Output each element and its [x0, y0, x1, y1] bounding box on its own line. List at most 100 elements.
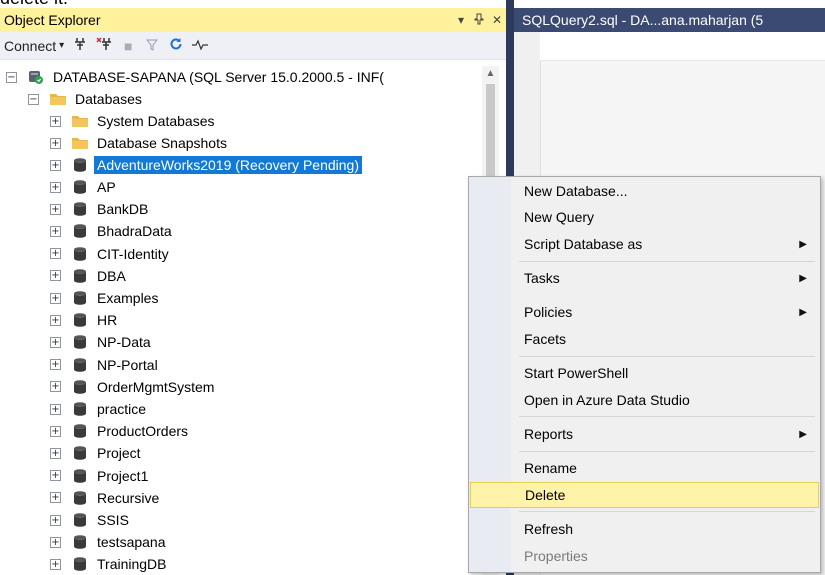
collapse-icon[interactable]: − [28, 93, 39, 105]
database-icon [71, 223, 89, 239]
connect-button[interactable]: Connect ▾ [4, 38, 64, 54]
tree-node-database[interactable]: + testsapana [50, 531, 169, 553]
expand-icon[interactable]: + [50, 470, 61, 482]
expand-icon[interactable]: + [50, 492, 61, 504]
menu-separator [519, 261, 815, 262]
tree-node-database[interactable]: + TrainingDB [50, 553, 170, 575]
tree-node-database[interactable]: + CIT-Identity [50, 243, 172, 265]
tree-node-label: Project1 [97, 467, 149, 484]
editor-current-line[interactable] [540, 32, 825, 61]
menu-item-label: New Query [524, 209, 595, 225]
database-icon [71, 468, 89, 484]
database-icon [71, 379, 89, 395]
tree-node-database[interactable]: + HR [50, 309, 120, 331]
tree-node-database[interactable]: + AP [50, 176, 119, 198]
tree-node-database[interactable]: + practice [50, 398, 149, 420]
tree-node-database[interactable]: + OrderMgmtSystem [50, 376, 217, 398]
expand-icon[interactable]: + [50, 292, 61, 304]
tree-node-label: AP [97, 179, 116, 195]
scroll-up-icon[interactable]: ▲ [482, 66, 499, 82]
expand-icon[interactable]: + [50, 381, 61, 393]
server-icon [27, 69, 45, 85]
expand-icon[interactable]: + [50, 159, 61, 171]
connect-plug-icon[interactable] [72, 37, 88, 54]
tree-node-database[interactable]: + ProductOrders [50, 420, 191, 442]
expand-icon[interactable]: + [50, 137, 61, 149]
expand-icon[interactable]: + [50, 314, 61, 326]
tree-node-folder[interactable]: + System Databases [50, 110, 218, 132]
expand-icon[interactable]: + [50, 336, 61, 348]
tree-node-label: System Databases [97, 113, 215, 129]
tree-node-database[interactable]: + NP-Portal [50, 354, 161, 376]
menu-item-label: Policies [524, 304, 573, 320]
tree-node-selected-database[interactable]: + AdventureWorks2019 (Recovery Pending) [50, 154, 362, 176]
expand-icon[interactable]: + [50, 425, 61, 437]
pin-icon[interactable] [470, 13, 488, 28]
database-icon [71, 401, 89, 417]
folder-icon [71, 113, 89, 129]
collapse-icon[interactable]: − [6, 71, 17, 83]
submenu-arrow-icon: ▶ [799, 306, 807, 318]
menu-item-label: Delete [525, 487, 566, 503]
menu-item-refresh[interactable]: Refresh [470, 516, 819, 542]
expand-icon[interactable]: + [50, 536, 61, 548]
tree-node-label: TrainingDB [97, 556, 167, 573]
folder-icon [71, 135, 89, 151]
expand-icon[interactable]: + [50, 248, 61, 260]
editor-tab[interactable]: SQLQuery2.sql - DA...ana.maharjan (5 [514, 8, 825, 32]
expand-icon[interactable]: + [50, 203, 61, 215]
databases-label: Databases [75, 91, 142, 107]
database-icon [71, 423, 89, 439]
menu-item-script-database-as[interactable]: Script Database as ▶ [470, 231, 819, 257]
close-icon[interactable]: ✕ [488, 13, 506, 27]
tree-node-label: NP-Data [97, 334, 151, 351]
tree-node-label: practice [97, 401, 147, 417]
tree-node-folder[interactable]: + Database Snapshots [50, 132, 230, 154]
menu-item-rename[interactable]: Rename [470, 455, 819, 481]
tree-node-database[interactable]: + Project1 [50, 465, 151, 487]
expand-icon[interactable]: + [50, 181, 61, 193]
submenu-arrow-icon: ▶ [799, 272, 807, 284]
stop-icon[interactable]: ■ [120, 38, 136, 54]
tree-node-database[interactable]: + Examples [50, 287, 161, 309]
refresh-icon[interactable] [168, 37, 184, 54]
menu-item-open-in-azure-data-studio[interactable]: Open in Azure Data Studio [470, 387, 819, 413]
disconnect-plug-icon[interactable] [96, 37, 112, 54]
expand-icon[interactable]: + [50, 115, 61, 127]
tree-node-databases[interactable]: − Databases [28, 88, 145, 110]
database-icon [71, 179, 89, 195]
folder-icon [49, 91, 67, 107]
database-icon [71, 490, 89, 506]
tree-node-database[interactable]: + DBA [50, 265, 129, 287]
expand-icon[interactable]: + [50, 558, 61, 570]
expand-icon[interactable]: + [50, 359, 61, 371]
expand-icon[interactable]: + [50, 225, 61, 237]
expand-icon[interactable]: + [50, 403, 61, 415]
window-position-dropdown-icon[interactable]: ▾ [452, 13, 470, 27]
tree-node-database[interactable]: + BhadraData [50, 220, 175, 242]
menu-item-facets[interactable]: Facets [470, 326, 819, 352]
menu-item-new-database[interactable]: New Database... [470, 178, 819, 204]
filter-icon[interactable] [144, 38, 160, 54]
menu-item-start-powershell[interactable]: Start PowerShell [470, 360, 819, 386]
tree-node-database[interactable]: + BankDB [50, 198, 151, 220]
expand-icon[interactable]: + [50, 514, 61, 526]
menu-item-policies[interactable]: Policies ▶ [470, 299, 819, 325]
tree-node-database[interactable]: + SSIS [50, 509, 132, 531]
tree-node-database[interactable]: + Recursive [50, 487, 162, 509]
menu-item-new-query[interactable]: New Query [470, 204, 819, 230]
menu-item-tasks[interactable]: Tasks ▶ [470, 265, 819, 291]
menu-item-reports[interactable]: Reports ▶ [470, 421, 819, 447]
expand-icon[interactable]: + [50, 270, 61, 282]
tree-node-database[interactable]: + NP-Data [50, 331, 154, 353]
top-caption: delete it. [0, 0, 68, 8]
activity-monitor-icon[interactable] [192, 38, 209, 54]
context-menu: New Database... New Query Script Database … [468, 176, 821, 573]
tree-node-label: testsapana [97, 534, 166, 551]
tree-node-server[interactable]: − DATABASE-SAPANA (SQL Server 15.0.2000.… [6, 66, 387, 88]
tree-node-label: HR [97, 312, 118, 329]
menu-item-delete[interactable]: Delete [470, 482, 819, 508]
menu-item-label: Script Database as [524, 236, 643, 252]
tree-node-database[interactable]: + Project [50, 442, 144, 464]
expand-icon[interactable]: + [50, 447, 61, 459]
